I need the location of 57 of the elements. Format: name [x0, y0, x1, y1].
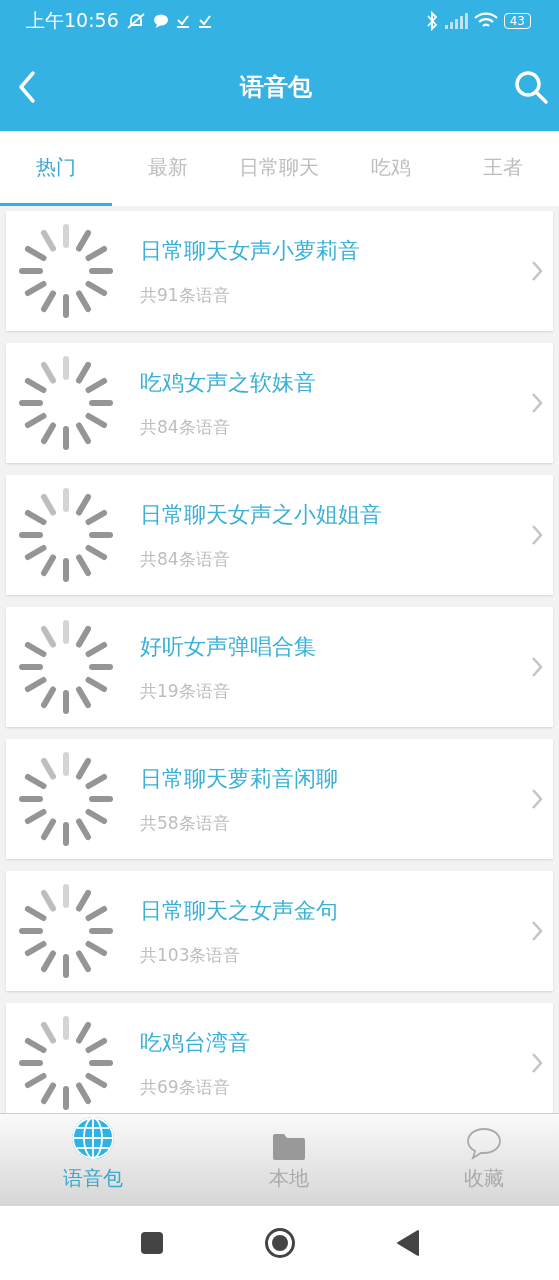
battery-level: 43 [503, 13, 531, 29]
folder-icon [271, 1133, 306, 1161]
speech-bubble-icon [466, 1127, 502, 1161]
nav-tab[interactable]: 收藏 [451, 1114, 517, 1206]
loading-spinner-icon [16, 221, 116, 321]
pack-title: 吃鸡女声之软妹音 [140, 368, 317, 397]
back-button-icon[interactable] [395, 1229, 420, 1257]
nav-tab[interactable]: 语音包 [60, 1114, 126, 1206]
voice-pack-card[interactable]: 吃鸡台湾音 共69条语音 [6, 1003, 553, 1113]
loading-spinner-icon [16, 1013, 116, 1113]
loading-spinner-icon [16, 485, 116, 585]
loading-spinner-icon [16, 617, 116, 717]
voice-pack-card[interactable]: 日常聊天萝莉音闲聊 共58条语音 [6, 739, 553, 859]
pack-title: 日常聊天女声之小姐姐音 [140, 500, 383, 529]
category-tab[interactable]: 吃鸡 [335, 131, 448, 206]
loading-spinner-icon [16, 749, 116, 849]
voice-count: 共58条语音 [140, 811, 231, 835]
nav-tab[interactable]: 本地 [255, 1114, 322, 1206]
bluetooth-icon [425, 11, 438, 31]
voice-count: 共84条语音 [140, 415, 231, 439]
download-done-icon [174, 13, 191, 29]
voice-count: 共84条语音 [140, 547, 231, 571]
category-tab[interactable]: 最新 [111, 131, 224, 206]
category-tab[interactable]: 王者 [447, 131, 559, 206]
voice-count: 共91条语音 [140, 283, 231, 307]
pack-title: 日常聊天萝莉音闲聊 [140, 764, 339, 793]
voice-pack-card[interactable]: 日常聊天之女声金句 共103条语音 [6, 871, 553, 991]
pack-title: 日常聊天女声小萝莉音 [140, 236, 361, 265]
download-done-icon [196, 13, 213, 29]
chevron-right-icon [531, 788, 543, 810]
voice-count: 共19条语音 [140, 679, 231, 703]
voice-pack-card[interactable]: 日常聊天女声之小姐姐音 共84条语音 [6, 475, 553, 595]
message-icon [152, 13, 169, 29]
pack-title: 好听女声弹唱合集 [140, 632, 317, 661]
globe-icon [70, 1115, 116, 1161]
chevron-right-icon [531, 656, 543, 678]
chevron-right-icon [531, 392, 543, 414]
voice-count: 共69条语音 [140, 1075, 231, 1099]
chevron-right-icon [531, 524, 543, 546]
recents-button-icon[interactable] [139, 1231, 164, 1255]
home-button-icon[interactable] [263, 1227, 296, 1259]
loading-spinner-icon [16, 353, 116, 453]
voice-pack-card[interactable]: 日常聊天女声小萝莉音 共91条语音 [6, 211, 553, 331]
chevron-right-icon [531, 1052, 543, 1074]
status-time: 上午10:56 [26, 8, 119, 33]
voice-pack-card[interactable]: 好听女声弹唱合集 共19条语音 [6, 607, 553, 727]
loading-spinner-icon [16, 881, 116, 981]
voice-count: 共103条语音 [140, 943, 242, 967]
page-title: 语音包 [239, 71, 312, 103]
pack-title: 吃鸡台湾音 [140, 1028, 251, 1057]
voice-pack-card[interactable]: 吃鸡女声之软妹音 共84条语音 [6, 343, 553, 463]
chevron-right-icon [531, 260, 543, 282]
chevron-right-icon [531, 920, 543, 942]
category-tab[interactable]: 日常聊天 [223, 131, 336, 206]
pack-title: 日常聊天之女声金句 [140, 896, 339, 925]
signal-icon [443, 13, 468, 29]
category-tab[interactable]: 热门 [0, 131, 112, 206]
